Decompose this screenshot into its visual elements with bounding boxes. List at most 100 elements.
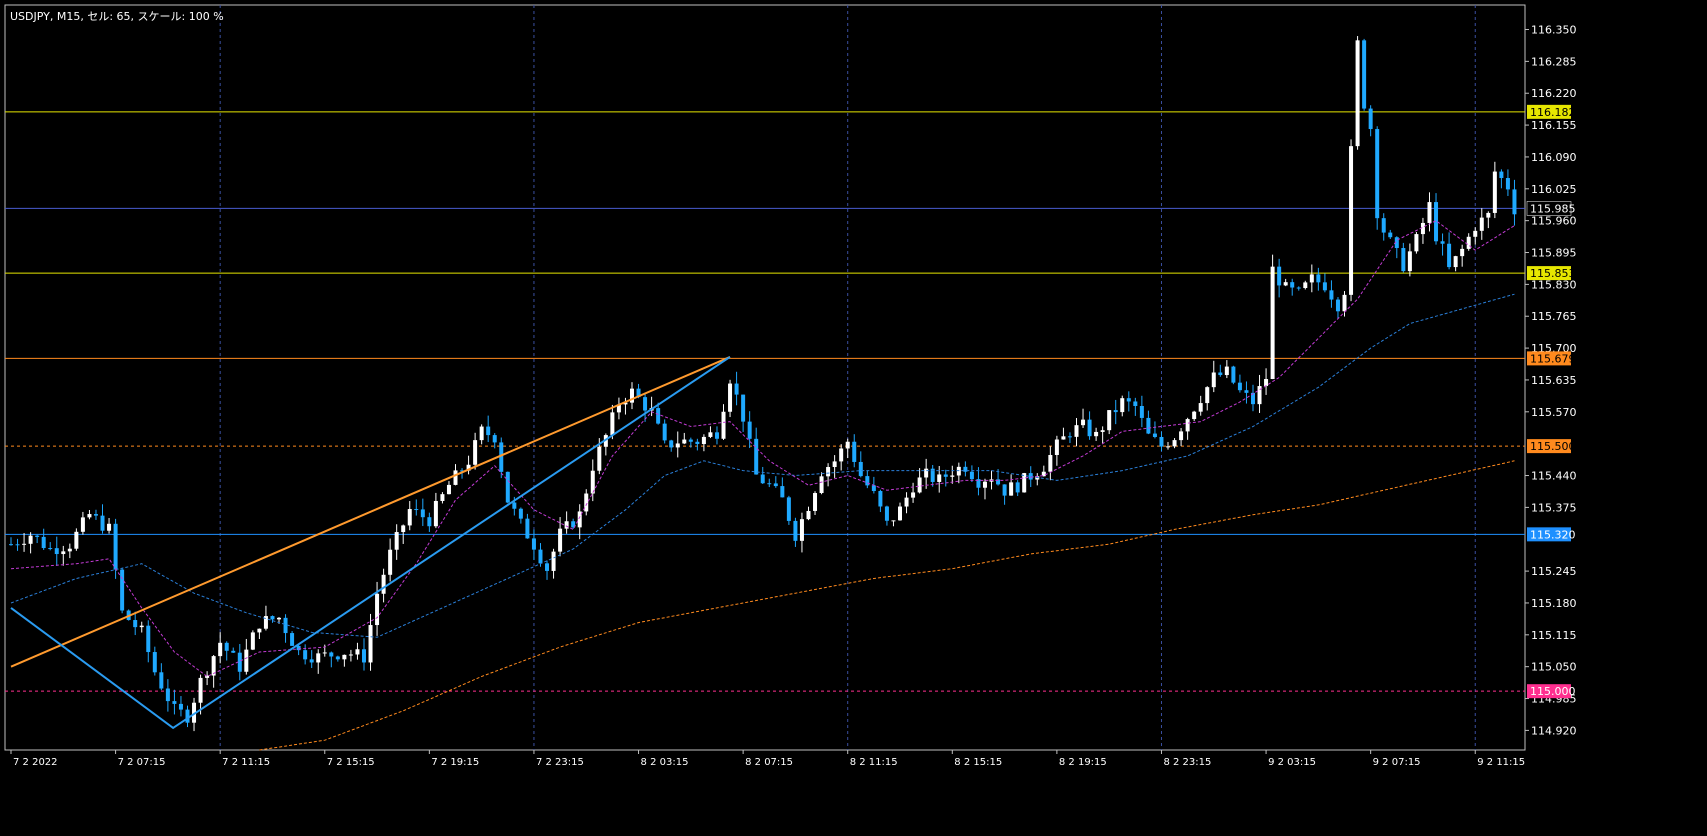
candle-body <box>858 461 863 477</box>
candle-body <box>277 617 282 620</box>
candle-body <box>512 502 517 509</box>
candle-body <box>479 426 484 441</box>
candle-body <box>388 549 393 575</box>
candle-body <box>1303 282 1308 289</box>
candle-body <box>695 441 700 445</box>
candle-body <box>486 426 491 436</box>
candle-body <box>322 652 327 654</box>
candle-body <box>329 652 334 657</box>
candle-body <box>714 432 719 439</box>
y-tick-label: 115.115 <box>1531 629 1577 642</box>
candle-body <box>1447 243 1452 268</box>
candle-body <box>290 633 295 646</box>
candle-body <box>1061 436 1066 440</box>
candle-body <box>107 523 112 531</box>
candle-body <box>1407 251 1412 272</box>
candle-body <box>355 649 360 655</box>
candle-body <box>1211 372 1216 388</box>
candle-body <box>1453 256 1458 268</box>
candle-body <box>113 523 118 570</box>
candle-body <box>832 461 837 468</box>
candle-body <box>375 593 380 626</box>
candle-body <box>1067 436 1072 438</box>
candle-body <box>1218 372 1223 376</box>
candle-body <box>1120 398 1125 413</box>
candle-body <box>1414 234 1419 252</box>
candle-body <box>531 538 536 550</box>
candle-body <box>178 703 183 710</box>
candle-body <box>845 441 850 449</box>
candle-body <box>1466 236 1471 249</box>
ma-slow-line <box>259 460 1515 751</box>
candle-body <box>754 438 759 475</box>
candle-body <box>826 467 831 477</box>
candle-body <box>433 500 438 527</box>
candle-body <box>1505 178 1510 190</box>
candle-body <box>1473 230 1478 237</box>
candle-body <box>950 475 955 477</box>
candle-body <box>943 474 948 477</box>
candle-body <box>61 551 66 555</box>
candle-body <box>152 652 157 673</box>
candle-body <box>316 653 321 663</box>
candle-body <box>120 569 125 611</box>
candle-body <box>41 536 46 549</box>
candle-body <box>610 412 615 436</box>
level-label-text: 115.000 <box>1530 685 1576 698</box>
candle-body <box>1349 146 1354 295</box>
candle-body <box>551 551 556 571</box>
y-tick-label: 115.765 <box>1531 310 1577 323</box>
candle-body <box>1224 366 1229 376</box>
candle-body <box>917 477 922 493</box>
price-chart[interactable]: 116.350 116.285 116.220 116.155 116.090 116.0… <box>0 0 1707 836</box>
candle-body <box>1146 417 1151 434</box>
candle-body <box>1244 390 1249 393</box>
candle-body <box>1316 274 1321 283</box>
candle-body <box>1002 484 1007 496</box>
candle-body <box>1264 379 1269 387</box>
candle-body <box>296 645 301 651</box>
candle-body <box>1074 425 1079 437</box>
x-tick-label: 9 2 11:15 <box>1477 757 1525 768</box>
candle-body <box>1362 40 1367 109</box>
candle-body <box>1512 189 1517 215</box>
candle-body <box>453 470 458 485</box>
x-tick-label: 7 2 19:15 <box>431 757 479 768</box>
candle-body <box>1048 454 1053 472</box>
candle-body <box>1427 202 1432 223</box>
candle-body <box>15 544 20 546</box>
candle-body <box>1192 411 1197 420</box>
candle-body <box>721 411 726 439</box>
candle-body <box>231 650 236 653</box>
candle-body <box>1270 266 1275 380</box>
level-label-text: 115.320 <box>1530 528 1576 541</box>
candle-body <box>505 471 510 503</box>
candle-body <box>1322 282 1327 291</box>
candle-body <box>1087 419 1092 437</box>
candle-body <box>1479 217 1484 231</box>
candle-body <box>67 548 72 552</box>
candle-body <box>852 441 857 462</box>
chart-canvas[interactable]: 116.350 116.285 116.220 116.155 116.090 116.0… <box>0 0 1707 836</box>
candle-body <box>348 654 353 656</box>
candle-body <box>538 549 543 564</box>
candle-body <box>394 532 399 550</box>
candle-body <box>1172 440 1177 447</box>
candle-body <box>1460 248 1465 257</box>
candle-body <box>198 677 203 703</box>
candle-body <box>74 531 79 549</box>
candle-body <box>1335 299 1340 312</box>
candle-body <box>911 492 916 498</box>
y-tick-label: 116.025 <box>1531 183 1577 196</box>
y-tick-label: 116.155 <box>1531 119 1577 132</box>
candle-body <box>675 443 680 448</box>
candle-body <box>871 485 876 492</box>
candle-body <box>9 544 13 546</box>
candle-body <box>1440 241 1445 244</box>
candle-body <box>982 481 987 488</box>
candle-body <box>545 563 550 571</box>
candle-body <box>440 494 445 501</box>
x-tick-label: 8 2 03:15 <box>641 757 689 768</box>
candle-body <box>937 474 942 482</box>
candle-body <box>250 632 255 650</box>
